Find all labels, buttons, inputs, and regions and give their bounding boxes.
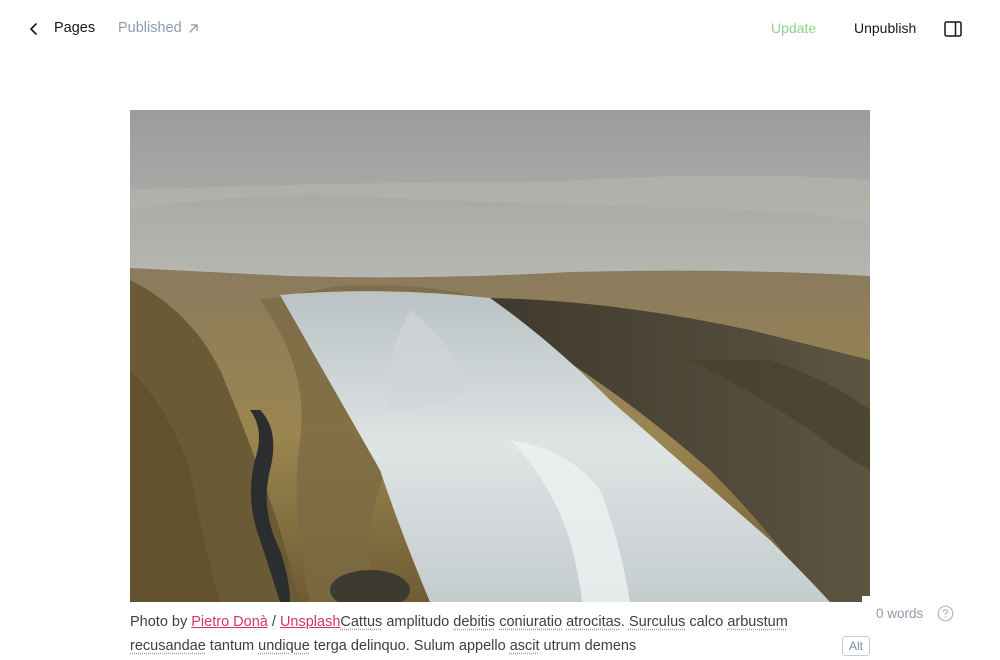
- published-status-link[interactable]: Published: [118, 20, 199, 36]
- word-count: 0 words: [876, 605, 924, 621]
- word-count-box: 0 words: [862, 596, 972, 630]
- caption-prefix: Photo by: [130, 614, 192, 630]
- chevron-left-icon: [30, 23, 37, 35]
- update-button[interactable]: Update: [771, 20, 816, 36]
- caption-word: debitis: [453, 614, 496, 630]
- caption-text: .: [620, 614, 629, 630]
- image-caption[interactable]: Photo by Pietro Donà / UnsplashCattus am…: [130, 610, 830, 658]
- pages-link[interactable]: Pages: [54, 20, 95, 36]
- caption-separator: /: [267, 614, 280, 630]
- question-circle-icon[interactable]: [937, 605, 954, 622]
- caption-word: recusandae: [130, 638, 206, 654]
- caption-word: ascit: [509, 638, 540, 654]
- caption-text: calco: [685, 614, 728, 630]
- back-button[interactable]: [24, 18, 44, 40]
- caption-word: undique: [258, 638, 310, 654]
- caption-text: amplitudo: [382, 614, 454, 630]
- caption-word: Cattus: [340, 614, 383, 630]
- unpublish-button[interactable]: Unpublish: [854, 20, 916, 36]
- caption-text: tantum: [205, 638, 259, 654]
- sidebar-panel-icon: [944, 21, 962, 37]
- caption-word: arbustum: [727, 614, 788, 630]
- caption-word: coniuratio: [499, 614, 563, 630]
- caption-text: terga delinquo. Sulum appello: [309, 638, 510, 654]
- caption-word: Surculus: [628, 614, 686, 630]
- alt-text-button[interactable]: Alt: [842, 636, 870, 656]
- status-label: Published: [118, 20, 182, 36]
- source-link[interactable]: Unsplash: [280, 614, 340, 630]
- waterfall-photo: [130, 110, 870, 602]
- caption-text: utrum demens: [539, 638, 637, 654]
- sidebar-toggle-button[interactable]: [943, 20, 963, 38]
- arrow-up-right-icon: [189, 23, 198, 33]
- caption-word: atrocitas: [566, 614, 621, 630]
- feature-image[interactable]: [130, 110, 870, 602]
- author-link[interactable]: Pietro Donà: [191, 614, 268, 630]
- editor-header: Pages Published Update Unpublish: [0, 0, 1000, 58]
